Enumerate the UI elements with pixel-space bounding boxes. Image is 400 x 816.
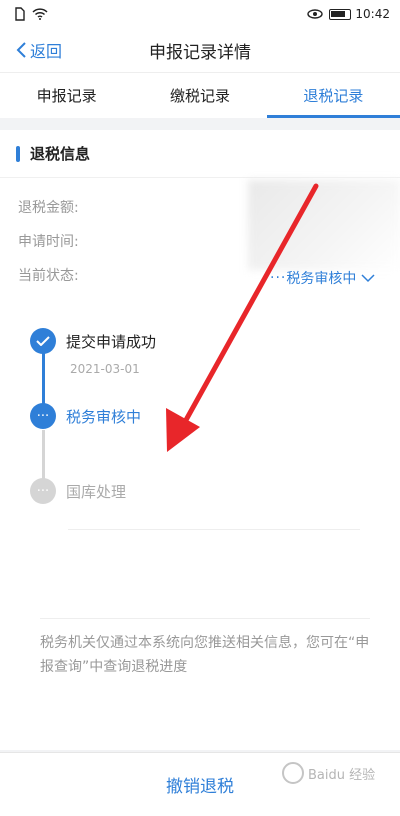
timeline-node-done (30, 328, 56, 354)
ellipsis-icon: ··· (36, 483, 50, 499)
refund-amount-label: 退税金额: (18, 200, 79, 216)
current-status-value: 税务审核中 (286, 271, 357, 287)
chevron-left-icon (16, 42, 26, 58)
refund-info-card: 退税信息 退税金额: 申请时间: 当前状态: ··· 税务审核中 提交申请成功 … (0, 130, 400, 750)
page-title: 申报记录详情 (149, 42, 251, 63)
status-icons-right: 10:42 (307, 7, 390, 21)
current-status-label: 当前状态: (18, 268, 79, 284)
watermark: Baidu 经验 (282, 762, 375, 784)
sim-icon (15, 7, 25, 21)
back-button[interactable]: 返回 (14, 38, 62, 62)
timeline-node-current: ··· (30, 403, 56, 429)
tab-declare-records[interactable]: 申报记录 (0, 73, 133, 118)
status-bar: 10:42 (0, 0, 400, 28)
status-time: 10:42 (355, 7, 390, 21)
wifi-icon (32, 8, 48, 20)
section-title: 退税信息 (30, 145, 91, 163)
eye-icon (307, 9, 324, 19)
progress-timeline: 提交申请成功 2021-03-01 ··· 税务审核中 ··· 国库处理 (30, 328, 370, 530)
battery-icon (329, 8, 352, 20)
apply-time-label: 申请时间: (18, 234, 79, 250)
ellipsis-icon: ··· (36, 408, 50, 424)
section-header: 退税信息 (0, 130, 400, 178)
tab-payment-records[interactable]: 缴税记录 (133, 73, 266, 118)
nav-bar: 返回 申报记录详情 (0, 28, 400, 72)
tab-refund-records[interactable]: 退税记录 (266, 73, 400, 118)
section-accent-bar (16, 145, 20, 162)
timeline-step-1-date: 2021-03-01 (70, 362, 140, 376)
record-tabs: 申报记录 缴税记录 退税记录 (0, 72, 400, 118)
baidu-paw-icon (282, 762, 304, 784)
blurred-values (248, 180, 400, 270)
chevron-down-icon (361, 273, 375, 282)
timeline-step-1-label: 提交申请成功 (66, 333, 157, 351)
timeline-step-2-label: 税务审核中 (66, 408, 142, 426)
watermark-text: Baidu 经验 (308, 767, 376, 783)
current-status-dropdown[interactable]: ··· 税务审核中 (270, 268, 375, 288)
status-icons-left (14, 7, 48, 21)
timeline-divider (68, 529, 360, 530)
status-dots-icon: ··· (270, 270, 287, 286)
notice-text: 税务机关仅通过本系统向您推送相关信息，您可在“申报查询”中查询退税进度 (40, 618, 370, 679)
back-label: 返回 (30, 42, 63, 61)
cancel-refund-button[interactable]: 撤销退税 (166, 772, 234, 797)
battery-indicator: 10:42 (329, 7, 390, 21)
timeline-step-3-label: 国库处理 (66, 483, 127, 501)
check-icon (36, 336, 50, 346)
timeline-node-pending: ··· (30, 478, 56, 504)
